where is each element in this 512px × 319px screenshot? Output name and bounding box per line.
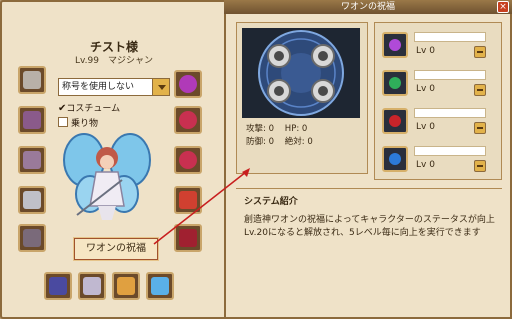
green-gem-icon: [389, 77, 401, 89]
attack-stat: 攻撃: 0: [246, 124, 274, 134]
blessing-up-button-3[interactable]: [474, 122, 486, 134]
blessing-level-1: Lv 0: [416, 46, 435, 56]
wings-icon: [151, 277, 169, 295]
blessing-gem-4[interactable]: [382, 146, 408, 172]
absolute-stat: 絶対: 0: [284, 137, 313, 147]
blessing-bar-2: [414, 70, 486, 80]
quick-slot-2[interactable]: [78, 272, 106, 300]
blessing-emblem-icon: [242, 28, 360, 118]
equip-slot-necklace[interactable]: [174, 70, 202, 98]
blessing-bar-3: [414, 108, 486, 118]
equip-slot-helmet[interactable]: [18, 106, 46, 134]
window-title: ワオンの祝福: [224, 0, 512, 14]
ring-icon: [179, 111, 197, 129]
blessing-up-button-4[interactable]: [474, 160, 486, 172]
armor-icon: [23, 151, 41, 169]
sword-icon: [23, 71, 41, 89]
system-line-2: Lv.20になると解放され、5レベル毎に向上を実行できます: [244, 228, 481, 238]
boots-icon: [23, 229, 41, 247]
staff-icon: [23, 191, 41, 209]
quick-slot-1[interactable]: [44, 272, 72, 300]
helmet-icon: [23, 111, 41, 129]
pointer-arrow-icon: [153, 168, 250, 245]
chevron-down-icon[interactable]: [152, 78, 170, 96]
blessing-level-4: Lv 0: [416, 160, 435, 170]
divider: [236, 188, 502, 189]
equip-slot-staff[interactable]: [18, 186, 46, 214]
equip-slot-ring1[interactable]: [174, 106, 202, 134]
character-level-class: Lv.99 マジシャン: [75, 56, 153, 66]
defense-stat: 防御: 0: [246, 137, 274, 147]
blessing-up-button-1[interactable]: [474, 46, 486, 58]
weapon-skin-icon: [49, 277, 67, 295]
necklace-icon: [179, 75, 197, 93]
red-gem-icon: [389, 115, 401, 127]
blue-gem-icon: [389, 153, 401, 165]
blessing-gem-2[interactable]: [382, 70, 408, 96]
blessing-button[interactable]: ワオンの祝福: [74, 238, 158, 260]
close-button[interactable]: ×: [497, 1, 509, 13]
stats-block: 攻撃: 0 HP: 0 防御: 0 絶対: 0: [246, 123, 313, 149]
quick-slot-4[interactable]: [146, 272, 174, 300]
blessing-gem-1[interactable]: [382, 32, 408, 58]
equip-slot-weapon[interactable]: [18, 66, 46, 94]
quick-slot-3[interactable]: [112, 272, 140, 300]
blessing-level-2: Lv 0: [416, 84, 435, 94]
equip-slot-armor[interactable]: [18, 146, 46, 174]
system-line-1: 創造神ワオンの祝福によってキャラクターのステータスが向上: [244, 215, 495, 225]
blessing-level-3: Lv 0: [416, 122, 435, 132]
blessing-gem-3[interactable]: [382, 108, 408, 134]
blessing-up-button-2[interactable]: [474, 84, 486, 96]
costume-icon: [83, 277, 101, 295]
purple-gem-icon: [389, 39, 401, 51]
character-avatar: [63, 133, 151, 220]
costume-checkbox[interactable]: ✔コスチューム: [58, 101, 120, 114]
hp-stat: HP: 0: [284, 124, 308, 134]
blessing-bar-1: [414, 32, 486, 42]
pet-icon: [117, 277, 135, 295]
blessing-bar-4: [414, 146, 486, 156]
equip-slot-boots[interactable]: [18, 224, 46, 252]
